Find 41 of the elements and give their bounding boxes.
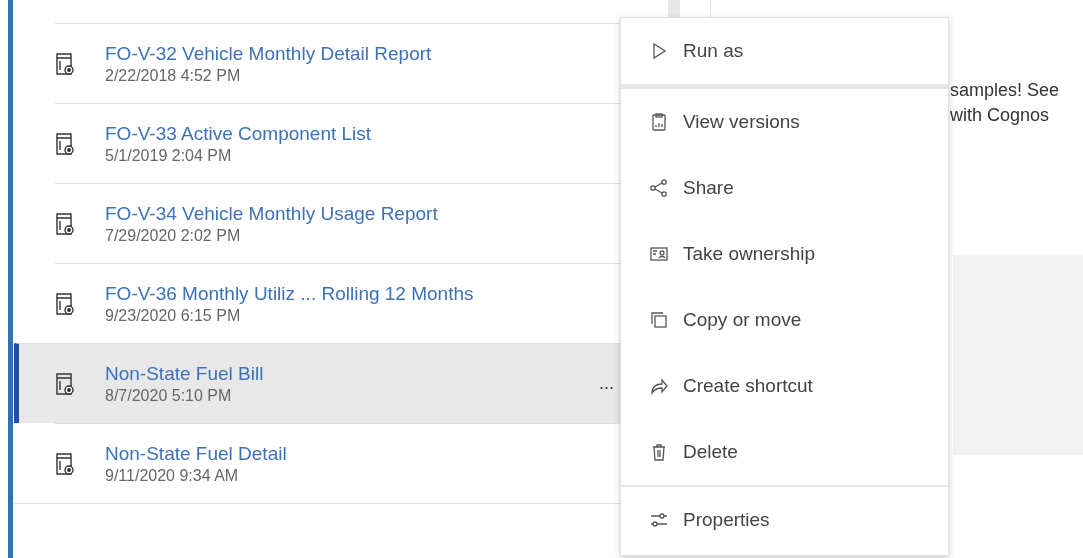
report-date: 2/22/2018 4:52 PM — [105, 66, 242, 85]
report-icon — [55, 371, 75, 396]
report-date: 9/23/2020 6:15 PM — [105, 306, 242, 325]
menu-item[interactable]: Take ownership — [621, 221, 948, 287]
menu-item[interactable]: Properties — [621, 487, 948, 553]
id-card-icon — [649, 244, 669, 264]
menu-item[interactable]: Share — [621, 155, 948, 221]
arrow-icon — [649, 376, 669, 396]
report-link[interactable]: FO-V-32 Vehicle Monthly Detail Report — [105, 42, 432, 65]
report-row[interactable]: FO-V-32 Vehicle Monthly Detail Report 2/22/2018 4:52 PM — [55, 23, 620, 103]
share-icon — [649, 178, 669, 198]
report-icon — [55, 451, 75, 476]
report-icon — [55, 211, 75, 236]
report-date: 7/29/2020 2:02 PM — [105, 226, 242, 245]
clipboard-icon — [649, 112, 669, 132]
report-date: 5/1/2019 2:04 PM — [105, 146, 233, 165]
report-icon — [55, 51, 75, 76]
report-row[interactable]: FO-V-34 Vehicle Monthly Usage Report 7/29/2020 2:02 PM — [55, 183, 620, 263]
report-icon — [55, 131, 75, 156]
description-text: samples! See — [950, 80, 1060, 101]
report-row[interactable]: FO-V-33 Active Component List 5/1/2019 2:04 PM — [55, 103, 620, 183]
report-link[interactable]: FO-V-36 Monthly Utiliz ... Rolling 12 Months — [105, 282, 474, 305]
menu-item[interactable]: Create shortcut — [621, 353, 948, 419]
description-text: with Cognos — [950, 105, 1051, 126]
report-link[interactable]: Non-State Fuel Bill — [105, 362, 264, 385]
menu-item[interactable]: View versions — [621, 89, 948, 155]
report-link[interactable]: FO-V-33 Active Component List — [105, 122, 372, 145]
report-row[interactable]: Non-State Fuel Bill 8/7/2020 5:10 PM ... — [14, 343, 620, 423]
more-button[interactable]: ... — [597, 374, 616, 392]
copy-icon — [649, 310, 669, 330]
report-row[interactable]: Non-State Fuel Detail 9/11/2020 9:34 AM — [55, 423, 620, 503]
report-date: 9/11/2020 9:34 AM — [105, 466, 240, 485]
report-date: 8/7/2020 5:10 PM — [105, 386, 233, 405]
report-icon — [55, 291, 75, 316]
sliders-icon — [649, 510, 669, 530]
report-link[interactable]: FO-V-34 Vehicle Monthly Usage Report — [105, 202, 438, 225]
menu-item[interactable]: Copy or move — [621, 287, 948, 353]
menu-item[interactable]: Delete — [621, 419, 948, 485]
menu-item[interactable]: Run as — [621, 18, 948, 84]
report-link[interactable]: Non-State Fuel Detail — [105, 442, 287, 465]
scrollbar-thumb[interactable] — [668, 0, 680, 20]
